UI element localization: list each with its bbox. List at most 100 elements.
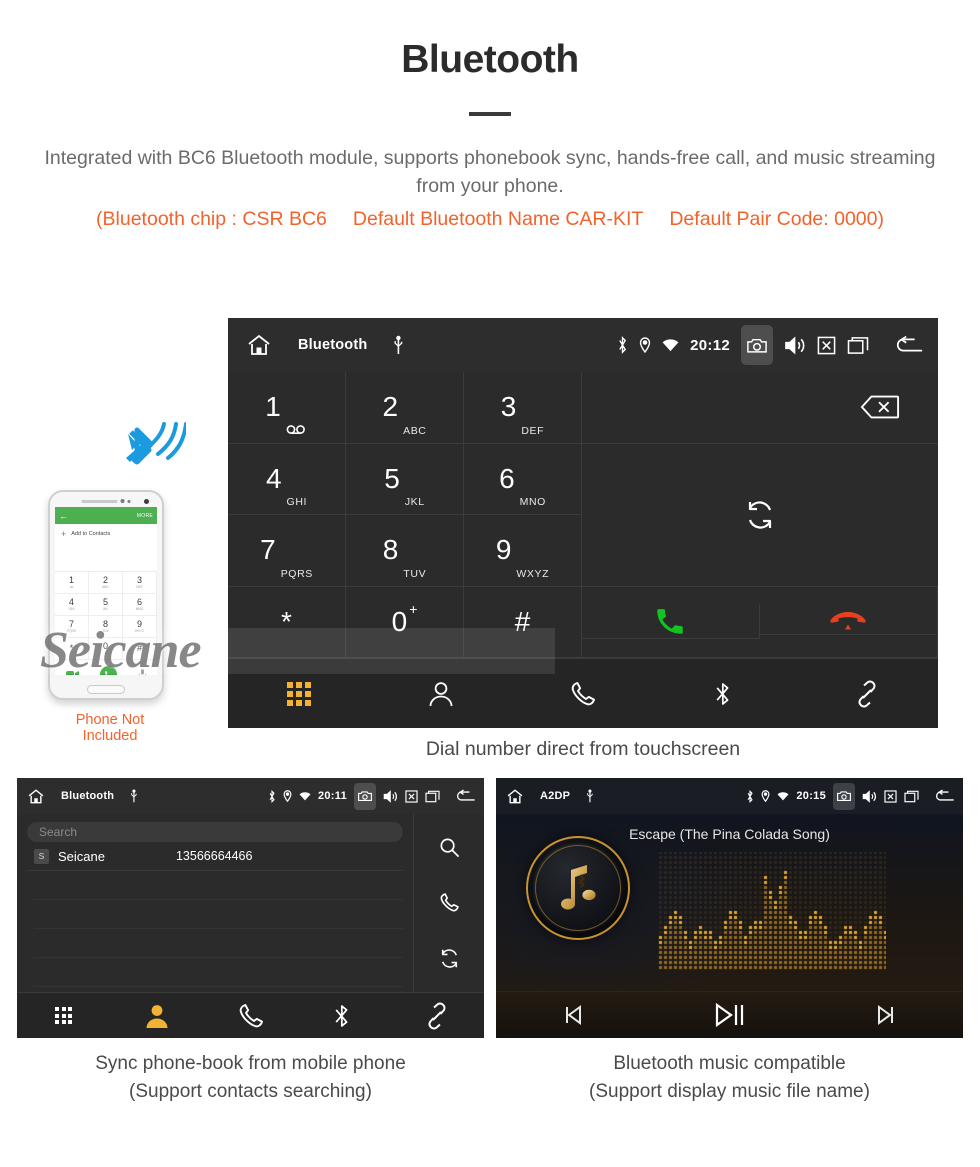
skip-next-button[interactable]	[807, 1004, 963, 1026]
home-icon[interactable]	[246, 333, 272, 357]
keypad-key-0[interactable]: 0 +	[346, 586, 464, 658]
phone-key-letters: ABC	[102, 585, 109, 589]
nav-item-keypad[interactable]	[17, 1007, 110, 1024]
contact-row-empty	[34, 871, 403, 900]
phone-screen: ← MORE + Add to Contacts 1 oo 2 ABC 3 DEF 4 GHI…	[55, 507, 157, 675]
volume-icon[interactable]	[784, 336, 806, 355]
contacts-search-input[interactable]: Search	[27, 822, 403, 842]
nav-item-link[interactable]	[796, 679, 938, 709]
music-clock: 20:15	[796, 790, 826, 802]
phone-key-digit: 5	[102, 597, 108, 607]
close-box-icon[interactable]	[817, 336, 836, 355]
phone-key-0: 0 +	[89, 638, 123, 660]
search-icon[interactable]	[438, 836, 461, 859]
skip-previous-button[interactable]	[496, 1004, 652, 1026]
handset-icon	[239, 1003, 263, 1027]
keypad-key-9[interactable]: 9 WXYZ	[464, 515, 582, 587]
contact-initial-badge: S	[34, 848, 49, 864]
close-box-icon[interactable]	[884, 789, 897, 803]
keypad-key-4[interactable]: 4 GHI	[228, 443, 346, 515]
wifi-icon	[662, 338, 679, 352]
back-icon[interactable]	[934, 789, 955, 803]
phone-app-topbar: ← MORE	[55, 507, 157, 524]
phonebook-clock: 20:11	[317, 790, 347, 802]
back-icon[interactable]	[894, 335, 924, 355]
phonebook-caption-line1: Sync phone-book from mobile phone	[95, 1053, 406, 1074]
keypad-key-digit: 9	[495, 534, 512, 566]
keypad-key-letters: MNO	[519, 496, 546, 508]
phone-key-2: 2 ABC	[89, 572, 123, 594]
keypad-key-2[interactable]: 2 ABC	[346, 372, 464, 444]
nav-item-contacts[interactable]	[370, 679, 512, 709]
nav-item-keypad[interactable]	[228, 681, 370, 706]
call-button[interactable]	[582, 604, 760, 640]
phone-key-digit: 2	[102, 575, 108, 585]
music-caption-line2: (Support display music file name)	[589, 1081, 870, 1102]
keypad-key-plus: +	[409, 600, 418, 617]
phone-action-row	[55, 660, 157, 675]
keypad-key-6[interactable]: 6 MNO	[464, 443, 582, 515]
keypad-key-letters: JKL	[404, 496, 425, 508]
play-pause-button[interactable]	[652, 1002, 808, 1028]
nav-item-contacts[interactable]	[110, 1001, 203, 1031]
home-icon[interactable]	[27, 788, 45, 805]
phone-key-letters: MNO	[135, 607, 144, 611]
keypad-key-7[interactable]: 7 PQRS	[228, 515, 346, 587]
volume-icon[interactable]	[862, 789, 877, 803]
dialer-caption: Dial number direct from touchscreen	[425, 738, 741, 760]
wifi-icon	[777, 791, 789, 801]
keypad-key-3[interactable]: 3 DEF	[464, 372, 582, 444]
sync-icon[interactable]	[438, 947, 461, 970]
nav-item-call-log[interactable]	[204, 1001, 297, 1031]
camera-icon[interactable]	[833, 782, 855, 810]
nav-item-link[interactable]	[391, 1001, 484, 1031]
nav-item-bluetooth[interactable]	[654, 679, 796, 709]
home-icon[interactable]	[506, 788, 524, 805]
recents-icon[interactable]	[425, 790, 440, 803]
phone-mockup: ← MORE + Add to Contacts 1 oo 2 ABC 3 DEF 4 GHI…	[48, 422, 186, 744]
keypad-icon	[287, 681, 311, 706]
phone-key-digit: 8	[102, 619, 108, 629]
dialer-title: Bluetooth	[298, 337, 368, 353]
volume-icon[interactable]	[383, 789, 398, 803]
keypad-key-hash[interactable]: #	[464, 586, 582, 658]
keypad-key-star[interactable]: *	[228, 586, 346, 658]
contact-row-empty	[34, 958, 403, 987]
hangup-button[interactable]	[759, 608, 937, 636]
keypad-key-5[interactable]: 5 JKL	[346, 443, 464, 515]
close-box-icon[interactable]	[405, 789, 418, 803]
backspace-icon[interactable]	[860, 394, 900, 420]
camera-icon[interactable]	[741, 325, 773, 365]
contact-row[interactable]: S Seicane 13566664466	[27, 842, 403, 871]
camera-icon[interactable]	[354, 782, 376, 810]
phone-key-digit: 3	[136, 575, 142, 585]
keypad-key-1[interactable]: 1	[228, 372, 346, 444]
keypad-key-digit: 1	[265, 391, 281, 423]
phone-key-digit: 9	[136, 619, 142, 629]
nav-item-bluetooth[interactable]	[297, 1001, 390, 1031]
phone-key-digit: 6	[136, 597, 142, 607]
skip-previous-icon	[565, 1005, 581, 1025]
music-track-title: Escape (The Pina Colada Song)	[629, 826, 830, 842]
keypad-key-digit: 6	[499, 462, 515, 494]
keypad-key-digit: #	[514, 605, 531, 637]
phone-key-letters: DEF	[136, 585, 143, 589]
phone-add-to-contacts-row: + Add to Contacts	[55, 524, 157, 544]
handset-icon[interactable]	[438, 891, 461, 914]
back-icon[interactable]	[455, 789, 476, 803]
dialed-number-display[interactable]	[582, 372, 938, 444]
sync-contacts-button[interactable]	[582, 444, 938, 587]
contacts-list: Search S Seicane 13566664466	[17, 814, 414, 992]
spec-line: (Bluetooth chip : CSR BC6 Default Bluetoo…	[0, 208, 980, 231]
phone-key-digit: *	[69, 643, 74, 653]
phone-key-9: 9 WXYZ	[123, 616, 157, 638]
nav-item-call-log[interactable]	[512, 679, 654, 709]
phone-key-7: 7 PQRS	[55, 616, 89, 638]
recents-icon[interactable]	[847, 336, 869, 355]
dialer-screenshot: Bluetooth 20:12 1 2 ABC 3 DEF 4 GHI 5 JK…	[228, 318, 938, 728]
keypad-key-8[interactable]: 8 TUV	[346, 515, 464, 587]
mic-icon	[138, 668, 146, 675]
phone-front-camera	[144, 499, 149, 504]
keypad-key-letters: DEF	[521, 424, 545, 437]
recents-icon[interactable]	[904, 790, 919, 803]
